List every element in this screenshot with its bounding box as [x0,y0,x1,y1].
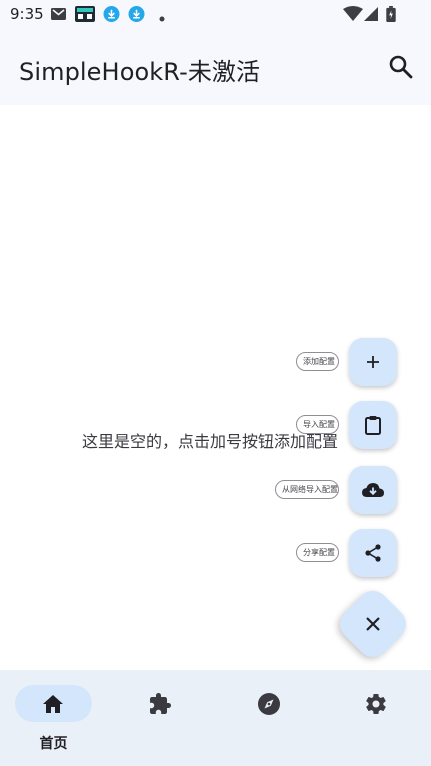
fab-menu-close[interactable] [345,596,401,652]
main-content [0,105,431,670]
gmail-icon [51,8,66,20]
dot-icon [159,16,165,22]
share-icon [365,544,381,562]
close-icon [366,617,380,631]
app-bar: SimpleHookR-未激活 [0,30,431,105]
signal-icon [364,7,378,21]
import-from-network-button[interactable] [349,466,397,514]
status-time: 9:35 [10,5,44,23]
search-icon [389,55,413,79]
add-config-button[interactable] [349,338,397,386]
home-icon [43,695,63,713]
fab-label-add[interactable]: 添加配置 [296,352,339,371]
nav-item-home[interactable]: 首页 [0,670,107,766]
import-config-button[interactable] [349,401,397,449]
page-title: SimpleHookR-未激活 [19,58,261,86]
compass-icon [258,693,280,715]
wifi-icon [343,6,363,21]
nav-label-home: 首页 [39,736,68,752]
clipboard-icon [365,416,381,435]
fab-label-import-network[interactable]: 从网络导入配置 [275,480,339,499]
battery-icon [386,6,396,22]
bottom-navigation: 首页 [0,670,431,766]
app-notification-icon [75,6,95,22]
extension-icon [150,693,171,714]
nav-item-extensions[interactable] [107,670,214,766]
plus-icon [367,356,379,368]
fab-label-share[interactable]: 分享配置 [296,543,339,562]
cloud-download-icon [362,483,384,497]
status-bar: 9:35 [0,0,431,30]
download-icon [128,6,145,22]
share-config-button[interactable] [349,529,397,577]
download-icon [103,6,120,22]
nav-item-explore[interactable] [214,670,321,766]
settings-icon [366,694,386,715]
search-button[interactable] [386,52,416,82]
nav-item-settings[interactable] [321,670,428,766]
fab-label-import[interactable]: 导入配置 [296,415,339,434]
